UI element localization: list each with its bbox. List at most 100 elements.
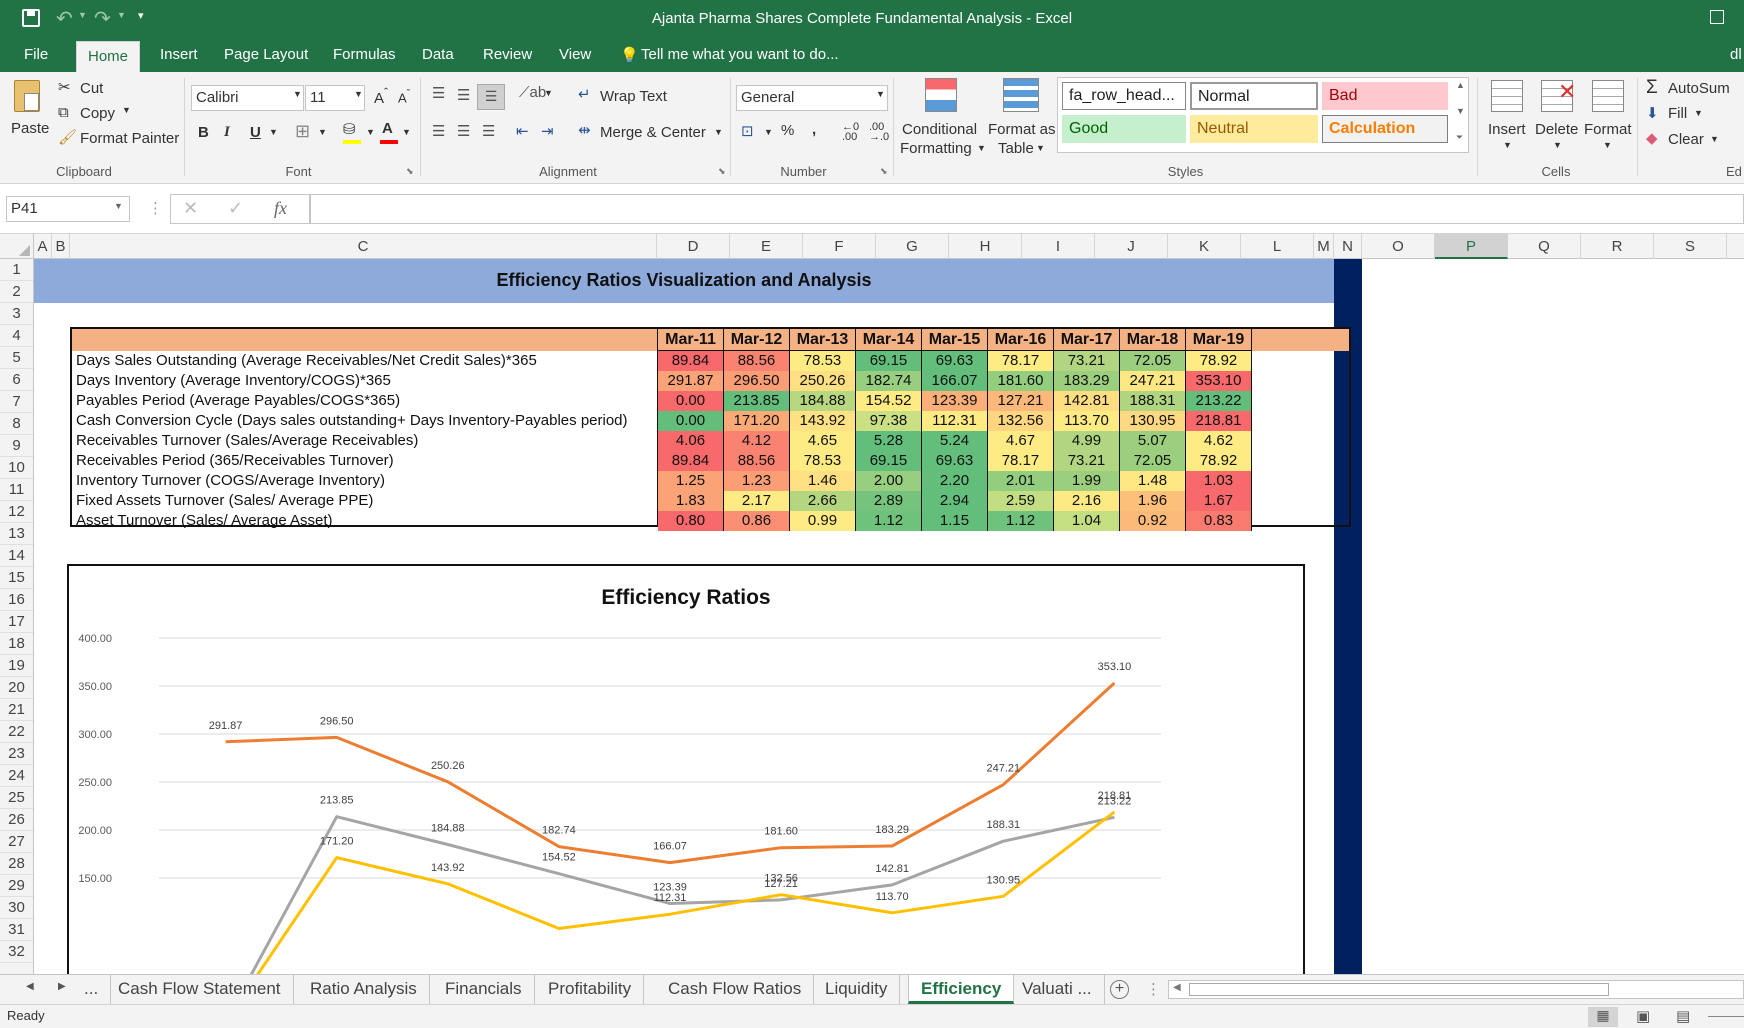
number-format-box[interactable]: General xyxy=(736,85,888,111)
ratio-value-cell[interactable]: 1.23 xyxy=(724,471,790,491)
row-header[interactable]: 1 xyxy=(0,259,33,281)
efficiency-line-chart[interactable]: Efficiency Ratios 400.00 350.00 300.00 250.… xyxy=(69,566,1303,974)
ratio-value-cell[interactable]: 5.07 xyxy=(1120,431,1186,451)
orientation-dropdown-icon[interactable]: ▼ xyxy=(544,88,553,98)
ratio-value-cell[interactable]: 4.67 xyxy=(988,431,1054,451)
ratio-value-cell[interactable]: 182.74 xyxy=(856,371,922,391)
conditional-formatting-icon[interactable] xyxy=(925,78,957,112)
ratio-value-cell[interactable]: 1.83 xyxy=(658,491,724,511)
comma-icon[interactable]: , xyxy=(812,121,816,138)
format-painter-icon[interactable]: 🖌 xyxy=(58,128,77,146)
ratio-value-cell[interactable]: 0.80 xyxy=(658,511,724,531)
row-header[interactable]: 6 xyxy=(0,369,33,391)
sheet-tab-valuation[interactable]: Valuati ... xyxy=(1010,975,1105,1004)
row-header[interactable]: 4 xyxy=(0,325,33,347)
ratio-value-cell[interactable]: 69.63 xyxy=(922,451,988,471)
column-header[interactable]: J xyxy=(1095,234,1168,259)
increase-indent-icon[interactable]: ⇥ xyxy=(541,122,554,140)
ratio-label[interactable]: Receivables Turnover (Sales/Average Rece… xyxy=(72,431,418,451)
merge-center-button[interactable]: Merge & Center xyxy=(600,124,706,141)
ratio-value-cell[interactable]: 127.21 xyxy=(988,391,1054,411)
fill-button[interactable]: Fill xyxy=(1668,105,1687,122)
sheet-tab-ratio-analysis[interactable]: Ratio Analysis xyxy=(298,975,430,1004)
column-header[interactable]: D xyxy=(657,234,730,259)
format-cells-icon[interactable] xyxy=(1592,80,1624,112)
ratio-value-cell[interactable]: 0.92 xyxy=(1120,511,1186,531)
ratio-value-cell[interactable]: 1.12 xyxy=(988,511,1054,531)
ratio-value-cell[interactable]: 78.17 xyxy=(988,451,1054,471)
font-color-icon[interactable]: A xyxy=(380,120,398,144)
ratio-value-cell[interactable]: 166.07 xyxy=(922,371,988,391)
ratio-value-cell[interactable]: 188.31 xyxy=(1120,391,1186,411)
formula-bar-options-icon[interactable]: ⋮ xyxy=(148,199,163,217)
ratio-label[interactable]: Receivables Period (365/Receivables Turn… xyxy=(72,451,394,471)
top-align-icon[interactable]: ☰ xyxy=(432,84,445,102)
column-header[interactable]: H xyxy=(949,234,1022,259)
ratio-value-cell[interactable]: 73.21 xyxy=(1054,351,1120,371)
ratio-value-cell[interactable]: 247.21 xyxy=(1120,371,1186,391)
accounting-format-icon[interactable]: ⊡ xyxy=(741,122,754,140)
ratio-value-cell[interactable]: 5.28 xyxy=(856,431,922,451)
row-header[interactable]: 17 xyxy=(0,611,33,633)
gallery-scroll-down-icon[interactable]: ▼ xyxy=(1456,106,1465,116)
format-painter-button[interactable]: Format Painter xyxy=(80,130,179,147)
year-header-cell[interactable]: Mar-11 xyxy=(658,329,724,351)
row-header[interactable]: 12 xyxy=(0,501,33,523)
accounting-dropdown-icon[interactable]: ▼ xyxy=(764,127,773,137)
ratio-value-cell[interactable]: 97.38 xyxy=(856,411,922,431)
row-header[interactable]: 28 xyxy=(0,853,33,875)
ratio-value-cell[interactable]: 0.00 xyxy=(658,391,724,411)
row-header[interactable]: 15 xyxy=(0,567,33,589)
wrap-text-button[interactable]: Wrap Text xyxy=(600,88,667,105)
ratio-value-cell[interactable]: 89.84 xyxy=(658,451,724,471)
scroll-right-icon[interactable]: ▶ xyxy=(58,981,66,992)
cut-button[interactable]: Cut xyxy=(80,80,103,97)
ratio-value-cell[interactable]: 1.46 xyxy=(790,471,856,491)
underline-icon[interactable]: U xyxy=(250,124,261,141)
delete-cells-icon[interactable]: ✕ xyxy=(1541,79,1576,112)
autosum-icon[interactable]: Σ xyxy=(1646,77,1658,99)
ratio-value-cell[interactable]: 2.94 xyxy=(922,491,988,511)
ratio-value-cell[interactable]: 218.81 xyxy=(1186,411,1252,431)
borders-dropdown-icon[interactable]: ▼ xyxy=(318,127,327,137)
row-header[interactable]: 10 xyxy=(0,457,33,479)
column-header[interactable]: L xyxy=(1241,234,1314,259)
year-header-cell[interactable]: Mar-13 xyxy=(790,329,856,351)
orientation-icon[interactable]: ⟋ab xyxy=(519,84,546,101)
tell-me-input[interactable]: Tell me what you want to do... xyxy=(641,46,839,63)
clear-dropdown-icon[interactable]: ▼ xyxy=(1710,134,1719,144)
row-header[interactable]: 5 xyxy=(0,347,33,369)
format-table-dropdown-icon[interactable]: ▼ xyxy=(1036,143,1045,153)
ratio-value-cell[interactable]: 0.00 xyxy=(658,411,724,431)
horizontal-scrollbar[interactable]: ◀ xyxy=(1168,980,1744,999)
year-header-cell[interactable]: Mar-12 xyxy=(724,329,790,351)
underline-dropdown-icon[interactable]: ▼ xyxy=(269,127,278,137)
column-header[interactable]: R xyxy=(1581,234,1654,259)
alignment-dialog-launcher-icon[interactable]: ⬊ xyxy=(718,166,726,177)
ratio-value-cell[interactable]: 0.86 xyxy=(724,511,790,531)
chart-area[interactable]: Efficiency Ratios 400.00 350.00 300.00 250.… xyxy=(67,564,1305,974)
ratio-value-cell[interactable]: 72.05 xyxy=(1120,351,1186,371)
font-name-dropdown-icon[interactable]: ▼ xyxy=(293,89,302,99)
ratio-value-cell[interactable]: 4.06 xyxy=(658,431,724,451)
column-header[interactable]: I xyxy=(1022,234,1095,259)
row-header[interactable]: 19 xyxy=(0,655,33,677)
ratio-value-cell[interactable]: 69.15 xyxy=(856,351,922,371)
ratio-value-cell[interactable]: 1.96 xyxy=(1120,491,1186,511)
ratio-value-cell[interactable]: 213.22 xyxy=(1186,391,1252,411)
ribbon-display-icon[interactable] xyxy=(1710,10,1724,24)
ratio-value-cell[interactable]: 2.17 xyxy=(724,491,790,511)
ratio-value-cell[interactable]: 78.17 xyxy=(988,351,1054,371)
tab-data[interactable]: Data xyxy=(422,46,454,63)
bold-icon[interactable]: B xyxy=(198,124,209,141)
ratio-value-cell[interactable]: 142.81 xyxy=(1054,391,1120,411)
column-header[interactable]: E xyxy=(730,234,803,259)
insert-function-icon[interactable]: fx xyxy=(274,198,287,219)
delete-dropdown-icon[interactable]: ▼ xyxy=(1553,140,1562,150)
merge-center-icon[interactable]: ⇹ xyxy=(578,121,591,139)
row-header[interactable]: 21 xyxy=(0,699,33,721)
cancel-icon[interactable]: ✕ xyxy=(183,198,198,219)
row-header[interactable]: 32 xyxy=(0,941,33,963)
copy-dropdown-icon[interactable]: ▼ xyxy=(122,105,131,115)
gallery-more-icon[interactable]: ⏷ xyxy=(1456,132,1463,143)
